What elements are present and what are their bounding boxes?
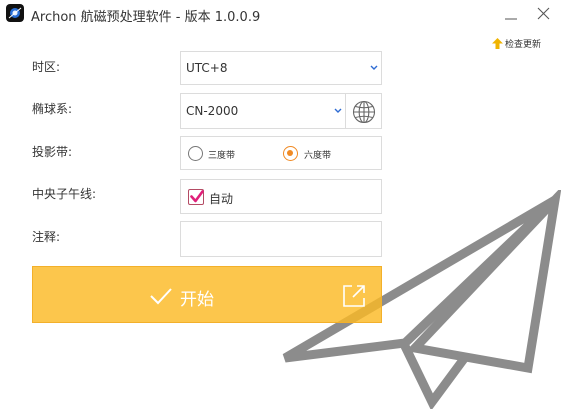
auto-checkbox-label: 自动 xyxy=(209,192,234,206)
start-button-label: 开始 xyxy=(180,290,214,310)
app-logo-icon xyxy=(6,4,24,22)
up-arrow-icon xyxy=(492,38,503,49)
ellipsoid-settings-button[interactable] xyxy=(345,93,382,129)
projection-zone-label: 投影带: xyxy=(32,145,73,159)
projection-zone-group: 三度带 六度带 xyxy=(180,136,382,170)
central-meridian-field: 自动 xyxy=(180,179,382,214)
ellipsoid-value: CN-2000 xyxy=(186,104,239,118)
window-title: Archon 航磁预处理软件 - 版本 1.0.0.9 xyxy=(31,10,261,25)
radio-six-degree[interactable] xyxy=(283,146,298,161)
timezone-select[interactable]: UTC+8 xyxy=(180,51,382,85)
check-update-link[interactable]: 检查更新 xyxy=(492,37,541,50)
central-meridian-label: 中央子午线: xyxy=(32,187,97,201)
minimize-button[interactable] xyxy=(500,4,522,24)
radio-six-degree-label: 六度带 xyxy=(304,151,332,161)
ellipsoid-label: 椭球系: xyxy=(32,102,73,116)
globe-icon xyxy=(352,100,376,124)
ellipsoid-select[interactable]: CN-2000 xyxy=(180,93,346,129)
chevron-down-icon xyxy=(370,65,378,70)
note-label: 注释: xyxy=(32,230,61,244)
chevron-down-icon xyxy=(334,108,342,113)
minimize-icon xyxy=(505,18,517,20)
export-icon[interactable] xyxy=(342,284,366,308)
check-update-label: 检查更新 xyxy=(505,40,542,50)
auto-checkbox[interactable] xyxy=(188,189,204,205)
close-button[interactable] xyxy=(532,4,554,24)
radio-three-degree[interactable] xyxy=(188,146,203,161)
timezone-value: UTC+8 xyxy=(186,61,228,75)
radio-three-degree-label: 三度带 xyxy=(208,151,236,161)
main-window: Archon 航磁预处理软件 - 版本 1.0.0.9 检查更新 时区: UTC… xyxy=(0,0,561,409)
title-bar[interactable]: Archon 航磁预处理软件 - 版本 1.0.0.9 xyxy=(0,0,561,30)
checkmark-icon xyxy=(150,288,172,305)
checkmark-icon xyxy=(190,190,204,203)
close-icon xyxy=(537,7,550,20)
note-input[interactable] xyxy=(180,221,382,257)
start-button[interactable]: 开始 xyxy=(32,266,382,323)
timezone-label: 时区: xyxy=(32,60,61,74)
